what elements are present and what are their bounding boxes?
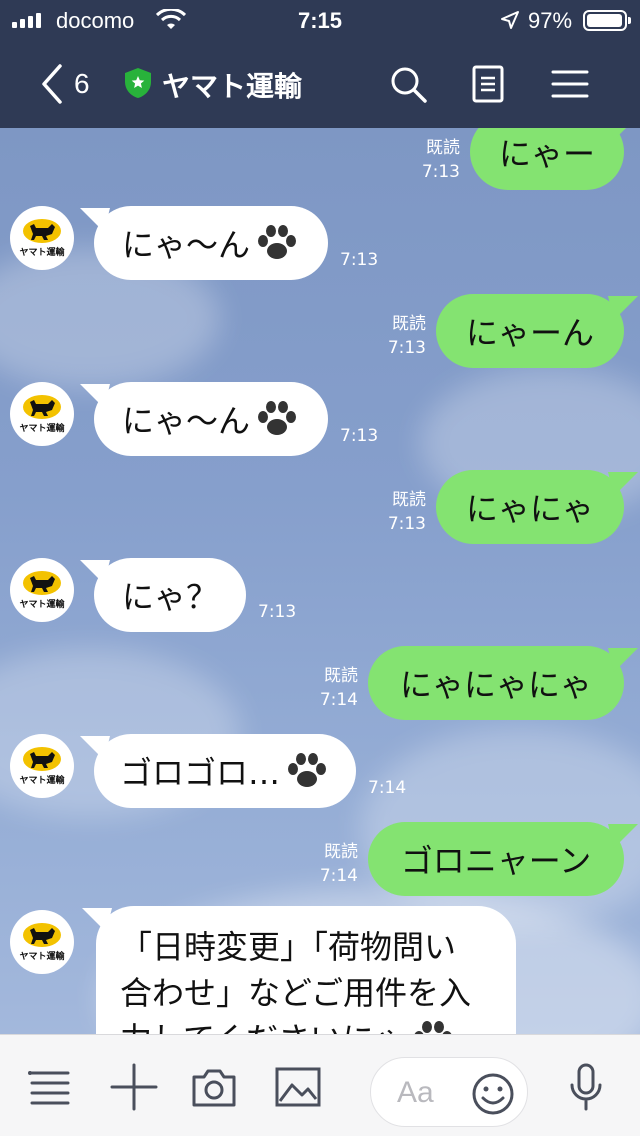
message-meta: 既読 7:14 (298, 664, 358, 712)
unread-count: 6 (74, 68, 90, 99)
outgoing-message[interactable]: にゃーん (436, 294, 624, 368)
avatar-label: ヤマト運輸 (19, 424, 65, 434)
battery-icon (583, 10, 631, 31)
read-receipt: 既読 (392, 314, 426, 334)
incoming-message[interactable]: ゴロゴロ… (94, 734, 356, 808)
avatar-label: ヤマト運輸 (19, 600, 65, 610)
status-bar: docomo 7:15 97% (0, 0, 640, 40)
message-time: 7:13 (421, 162, 460, 182)
message-text: にゃにゃにゃ (399, 666, 592, 704)
message-time: 7:14 (319, 866, 358, 886)
message-meta: 既読 7:13 (400, 136, 460, 184)
chat-area[interactable]: 既読 7:13 にゃー ヤマト運輸 にゃ〜ん 7:13 既読 7:13 にゃーん (0, 128, 640, 1034)
account-avatar[interactable]: ヤマト運輸 (10, 206, 74, 270)
location-arrow-icon (501, 11, 519, 29)
message-line: 合わせ」などご用件を入 (120, 974, 472, 1012)
black-cat-logo-icon (23, 219, 61, 243)
input-bar: Aa (0, 1034, 640, 1136)
message-time: 7:13 (340, 426, 379, 446)
incoming-message[interactable]: にゃ〜ん (94, 206, 328, 280)
outgoing-message[interactable]: にゃー (470, 128, 624, 190)
chat-header: 6 ヤマト運輸 (0, 40, 640, 128)
avatar-label: ヤマト運輸 (19, 248, 65, 258)
black-cat-logo-icon (23, 923, 61, 947)
message-time: 7:13 (387, 338, 426, 358)
incoming-message[interactable]: にゃ〜ん (94, 382, 328, 456)
message-text: にゃにゃ (465, 490, 594, 528)
account-avatar[interactable]: ヤマト運輸 (10, 382, 74, 446)
message-meta: 既読 7:13 (366, 312, 426, 360)
message-time: 7:14 (368, 778, 407, 798)
back-chevron-icon (42, 64, 62, 104)
battery-percent: 97% (528, 8, 573, 33)
message-text: にゃ〜ん (121, 226, 250, 264)
read-receipt: 既読 (324, 842, 358, 862)
input-placeholder: Aa (397, 1076, 434, 1109)
outgoing-message[interactable]: にゃにゃ (436, 470, 624, 544)
read-receipt: 既読 (324, 666, 358, 686)
message-text: にゃ〜ん (121, 402, 250, 440)
incoming-message[interactable]: 「日時変更」「荷物問い 合わせ」などご用件を入 力してくださいにゃ (96, 906, 516, 1034)
message-meta: 既読 7:14 (298, 840, 358, 888)
notes-icon[interactable] (468, 64, 508, 104)
microphone-icon[interactable] (562, 1063, 610, 1111)
message-input[interactable]: Aa (370, 1057, 528, 1127)
back-button[interactable]: 6 (38, 62, 98, 106)
menu-icon[interactable] (550, 64, 590, 104)
message-text: にゃ？ (121, 578, 218, 616)
message-text: にゃーん (465, 314, 594, 352)
read-receipt: 既読 (392, 490, 426, 510)
emoji-icon[interactable] (471, 1072, 515, 1116)
incoming-message[interactable]: にゃ？ (94, 558, 246, 632)
message-time: 7:13 (387, 514, 426, 534)
chat-title: ヤマト運輸 (162, 70, 303, 103)
paw-print-icon (258, 401, 296, 435)
message-text: ゴロニャーン (400, 842, 592, 880)
message-time: 7:14 (319, 690, 358, 710)
message-text: にゃー (498, 135, 595, 173)
message-line: 「日時変更」「荷物問い (120, 928, 457, 966)
search-icon[interactable] (388, 64, 428, 104)
avatar-label: ヤマト運輸 (19, 776, 65, 786)
paw-print-icon (414, 1021, 452, 1034)
paw-print-icon (288, 753, 326, 787)
message-meta: 既読 7:13 (366, 488, 426, 536)
account-avatar[interactable]: ヤマト運輸 (10, 910, 74, 974)
outgoing-message[interactable]: にゃにゃにゃ (368, 646, 624, 720)
outgoing-message[interactable]: ゴロニャーン (368, 822, 624, 896)
black-cat-logo-icon (23, 395, 61, 419)
image-icon[interactable] (274, 1063, 322, 1111)
read-receipt: 既読 (426, 138, 460, 158)
black-cat-logo-icon (23, 571, 61, 595)
camera-icon[interactable] (190, 1063, 238, 1111)
account-avatar[interactable]: ヤマト運輸 (10, 734, 74, 798)
menu-list-icon[interactable] (26, 1063, 74, 1111)
message-time: 7:13 (258, 602, 297, 622)
verified-shield-icon (125, 68, 151, 98)
message-line: 力してくださいにゃ (120, 1016, 406, 1034)
message-time: 7:13 (340, 250, 379, 270)
paw-print-icon (258, 225, 296, 259)
plus-icon[interactable] (110, 1063, 158, 1111)
avatar-label: ヤマト運輸 (19, 952, 65, 962)
message-text: ゴロゴロ… (119, 754, 280, 792)
black-cat-logo-icon (23, 747, 61, 771)
account-avatar[interactable]: ヤマト運輸 (10, 558, 74, 622)
